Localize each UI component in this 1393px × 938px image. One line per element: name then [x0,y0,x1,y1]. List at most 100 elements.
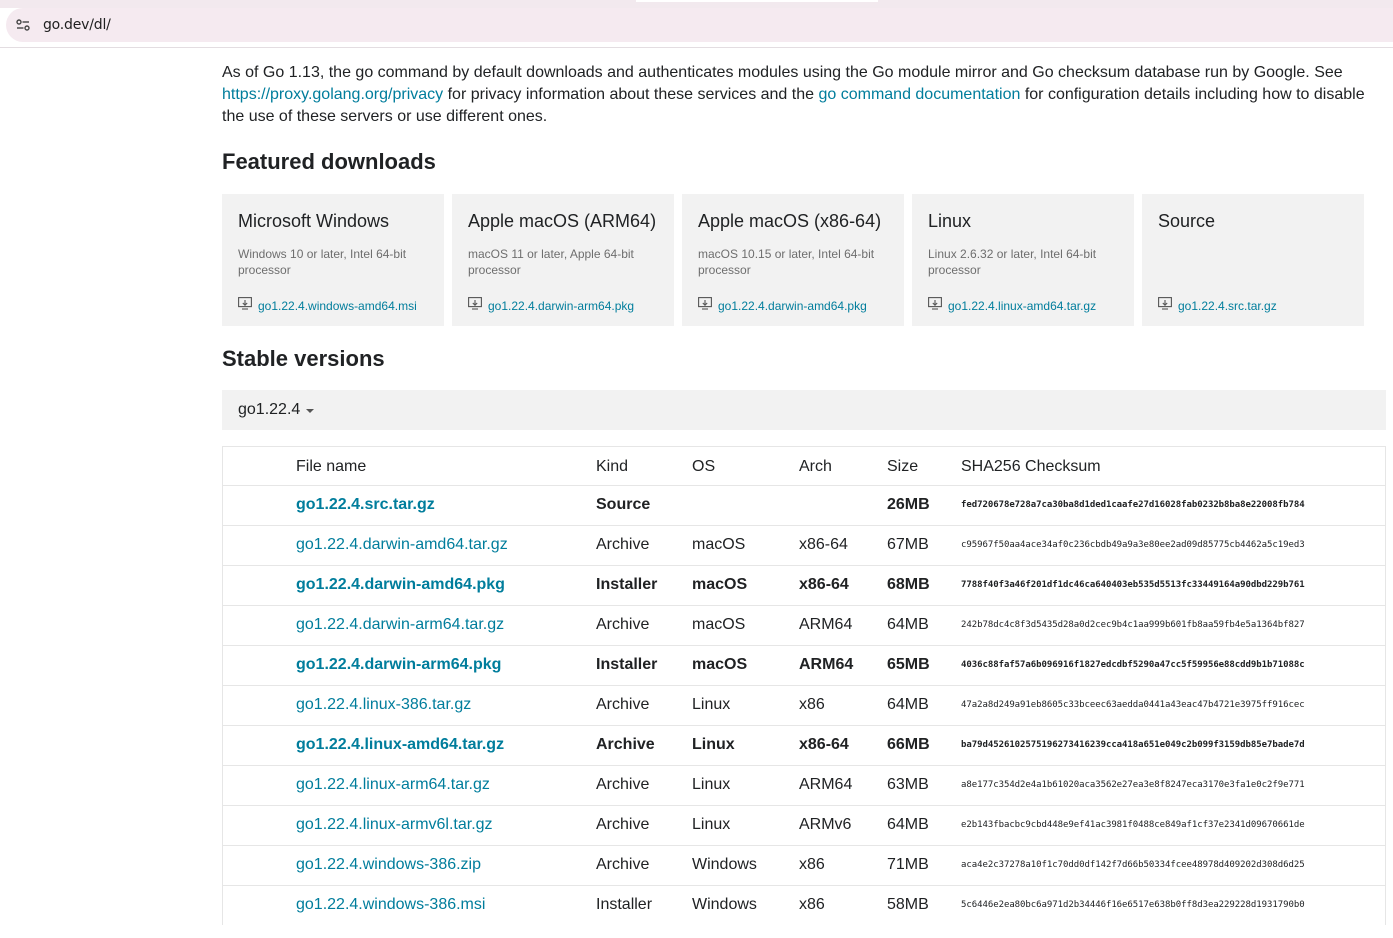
file-name-cell: go1.22.4.windows-386.zip [296,844,596,885]
kind-cell: Source [596,484,692,525]
arch-cell: x86-64 [799,564,887,605]
header-size: Size [887,457,919,475]
checksum-cell: e2b143fbacbc9cbd448e9ef41ac3981f0488ce84… [961,804,1385,845]
table-row: go1.22.4.windows-386.zip Archive Windows x8… [223,844,1385,885]
card-download[interactable]: go1.22.4.linux-amd64.tar.gz [928,297,1096,315]
file-download-link[interactable]: go1.22.4.darwin-amd64.pkg [296,576,505,593]
checksum-cell: a8e177c354d2e4a1b61020aca3562e27ea3e8f82… [961,764,1385,805]
card-description [1158,246,1348,278]
table-row: go1.22.4.linux-amd64.tar.gz Archive Linux x… [223,724,1385,765]
card-download-link[interactable]: go1.22.4.windows-amd64.msi [258,299,417,313]
os-cell: Linux [692,724,799,765]
arch-cell: ARMv6 [799,804,887,845]
card-download-link[interactable]: go1.22.4.linux-amd64.tar.gz [948,299,1096,313]
kind-cell: Installer [596,884,692,925]
go-command-docs-link[interactable]: go command documentation [818,86,1020,103]
file-download-link[interactable]: go1.22.4.darwin-arm64.tar.gz [296,616,504,633]
proxy-privacy-link[interactable]: https://proxy.golang.org/privacy [222,86,443,103]
size-cell: 64MB [887,684,961,725]
file-name-cell: go1.22.4.darwin-amd64.pkg [296,564,596,605]
size-cell: 65MB [887,644,961,685]
os-cell: Linux [692,684,799,725]
file-download-link[interactable]: go1.22.4.linux-arm64.tar.gz [296,776,490,793]
browser-tab-edge [636,0,878,2]
os-cell: macOS [692,604,799,645]
kind-cell: Archive [596,804,692,845]
checksum-cell: 4036c88faf57a6b096916f1827edcdbf5290a47c… [961,644,1385,685]
card-download-link[interactable]: go1.22.4.src.tar.gz [1178,299,1277,313]
os-cell: Windows [692,844,799,885]
checksum-cell: 242b78dc4c8f3d5435d28a0d2cec9b4c1aa999b6… [961,604,1385,645]
card-download[interactable]: go1.22.4.darwin-arm64.pkg [468,297,634,315]
os-cell: macOS [692,564,799,605]
file-name-cell: go1.22.4.linux-arm64.tar.gz [296,764,596,805]
kind-cell: Archive [596,724,692,765]
file-name-cell: go1.22.4.darwin-arm64.pkg [296,644,596,685]
size-cell: 67MB [887,524,961,565]
size-cell: 66MB [887,724,961,765]
card-title: Microsoft Windows [238,211,390,231]
os-cell: macOS [692,644,799,685]
file-download-link[interactable]: go1.22.4.darwin-arm64.pkg [296,656,501,673]
stable-versions-heading: Stable versions [222,346,385,371]
file-download-link[interactable]: go1.22.4.linux-armv6l.tar.gz [296,816,493,833]
os-cell: macOS [692,524,799,565]
header-os: OS [692,457,716,475]
featured-cards: Microsoft Windows Windows 10 or later, In… [222,194,1364,326]
table-row: go1.22.4.linux-386.tar.gz Archive Linux x86… [223,684,1385,725]
version-label[interactable]: go1.22.4 [238,401,300,419]
kind-cell: Archive [596,844,692,885]
row-spacer [223,764,296,805]
row-spacer [223,644,296,685]
card-description: Linux 2.6.32 or later, Intel 64-bit proc… [928,247,1097,277]
file-name-cell: go1.22.4.darwin-arm64.tar.gz [296,604,596,645]
table-row: go1.22.4.darwin-arm64.pkg Installer macOS A… [223,644,1385,685]
featured-card: Source go1.22.4.src.tar.gz [1142,194,1364,326]
card-description: Windows 10 or later, Intel 64-bit proces… [238,247,407,277]
chrome-divider [0,47,1393,48]
card-description: macOS 10.15 or later, Intel 64-bit proce… [698,247,875,277]
header-kind: Kind [596,457,629,475]
table-row: go1.22.4.src.tar.gz Source 26MB fed720678e7… [223,484,1385,525]
size-cell: 64MB [887,804,961,845]
row-spacer [223,724,296,765]
file-name-cell: go1.22.4.darwin-amd64.tar.gz [296,524,596,565]
kind-cell: Archive [596,684,692,725]
checksum-cell: 7788f40f3a46f201df1dc46ca640403eb535d551… [961,564,1385,605]
row-spacer [223,484,296,525]
card-download-link[interactable]: go1.22.4.darwin-arm64.pkg [488,299,634,313]
file-download-link[interactable]: go1.22.4.windows-386.msi [296,896,485,913]
arch-cell: x86 [799,884,887,925]
row-spacer [223,884,296,925]
caret-down-icon[interactable] [306,409,315,413]
arch-cell: ARM64 [799,644,887,685]
file-download-link[interactable]: go1.22.4.linux-386.tar.gz [296,696,471,713]
size-cell: 26MB [887,484,961,525]
file-name-cell: go1.22.4.windows-386.msi [296,884,596,925]
card-download-link[interactable]: go1.22.4.darwin-amd64.pkg [718,299,867,313]
card-download[interactable]: go1.22.4.darwin-amd64.pkg [698,297,867,315]
download-icon [698,297,712,315]
header-checksum: SHA256 Checksum [961,457,1101,475]
download-icon [468,297,482,315]
url-text[interactable]: go.dev/dl/ [43,17,111,33]
featured-card: Microsoft Windows Windows 10 or later, In… [222,194,444,326]
card-description: macOS 11 or later, Apple 64-bit processo… [468,247,634,277]
card-title: Linux [928,211,972,231]
file-download-link[interactable]: go1.22.4.darwin-amd64.tar.gz [296,536,508,553]
size-cell: 71MB [887,844,961,885]
card-download[interactable]: go1.22.4.src.tar.gz [1158,297,1277,315]
file-download-link[interactable]: go1.22.4.linux-amd64.tar.gz [296,736,504,753]
download-icon [928,297,942,315]
row-spacer [223,524,296,565]
version-toggle[interactable]: go1.22.4 [222,390,1386,430]
intro-text-before: As of Go 1.13, the go command by default… [222,64,1343,81]
featured-card: Linux Linux 2.6.32 or later, Intel 64-bit… [912,194,1134,326]
table-row: go1.22.4.darwin-amd64.pkg Installer macOS x… [223,564,1385,605]
address-bar[interactable]: go.dev/dl/ [6,8,1393,42]
file-download-link[interactable]: go1.22.4.windows-386.zip [296,856,481,873]
arch-cell: x86 [799,844,887,885]
file-download-link[interactable]: go1.22.4.src.tar.gz [296,496,435,513]
site-settings-icon[interactable] [12,14,34,36]
card-download[interactable]: go1.22.4.windows-amd64.msi [238,297,417,315]
